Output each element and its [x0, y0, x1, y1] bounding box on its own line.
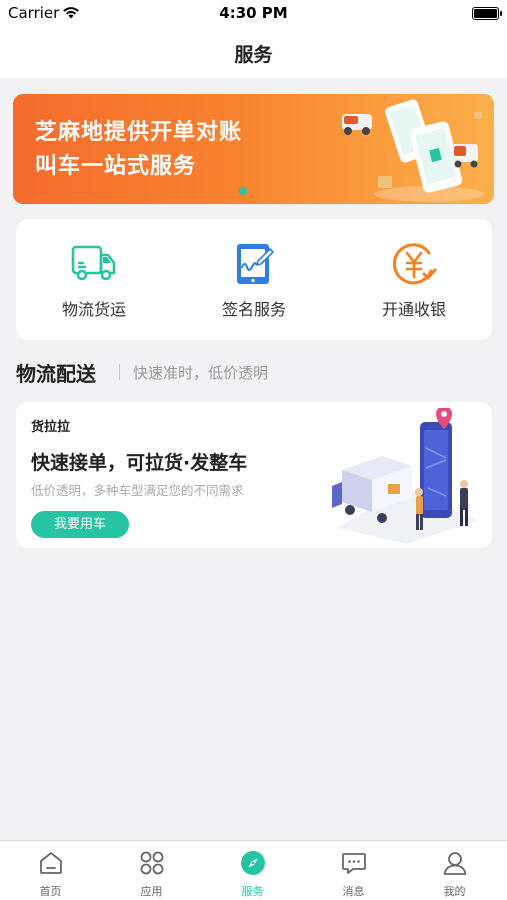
- section-divider: [119, 364, 120, 380]
- banner-illustration: [342, 99, 484, 202]
- banner-page-indicator: [239, 187, 247, 195]
- service-label: 物流货运: [61, 300, 126, 319]
- page-title: 服务: [234, 44, 273, 66]
- request-vehicle-button[interactable]: 我要用车: [31, 511, 129, 538]
- tab-label: 消息: [342, 885, 365, 898]
- compass-icon: [241, 851, 265, 875]
- tab-label: 服务: [241, 885, 264, 898]
- home-icon: [40, 852, 62, 874]
- delivery-headline: 快速接单，可拉货·发整车: [31, 452, 248, 474]
- banner-line-1: 芝麻地提供开单对账: [35, 120, 243, 145]
- delivery-illustration: [332, 408, 477, 544]
- battery-icon: [472, 7, 502, 20]
- yuan-coin-icon: [392, 243, 437, 285]
- service-logistics[interactable]: 物流货运: [19, 219, 169, 340]
- service-label: 签名服务: [221, 300, 286, 319]
- message-icon: [342, 853, 366, 874]
- tab-label: 首页: [39, 885, 62, 898]
- navigation-bar: 服务: [0, 28, 507, 78]
- section-subtitle: 快速准时，低价透明: [133, 364, 269, 382]
- tab-label: 应用: [140, 885, 163, 898]
- section-title: 物流配送: [16, 362, 96, 386]
- tab-apps[interactable]: 应用: [101, 841, 202, 900]
- service-cashier[interactable]: 开通收银: [339, 219, 489, 340]
- delivery-brand: 货拉拉: [31, 420, 71, 435]
- tab-services[interactable]: 服务: [202, 841, 303, 900]
- status-bar: Carrier 4:30 PM: [0, 0, 507, 28]
- tab-home[interactable]: 首页: [0, 841, 101, 900]
- service-signature[interactable]: 签名服务: [179, 219, 329, 340]
- promo-banner[interactable]: 芝麻地提供开单对账 叫车一站式服务: [13, 94, 494, 204]
- signature-tablet-icon: [237, 244, 274, 284]
- apps-icon: [140, 851, 164, 875]
- tab-profile[interactable]: 我的: [404, 841, 505, 900]
- service-label: 开通收银: [381, 300, 446, 319]
- services-card: 物流货运 签名服务 开通收银: [16, 219, 492, 340]
- banner-text: 芝麻地提供开单对账 叫车一站式服务: [35, 116, 242, 184]
- tab-messages[interactable]: 消息: [303, 841, 404, 900]
- delivery-description: 低价透明，多种车型满足您的不同需求: [31, 483, 244, 498]
- delivery-card[interactable]: 货拉拉 快速接单，可拉货·发整车 低价透明，多种车型满足您的不同需求 我要用车: [16, 402, 492, 548]
- status-time: 4:30 PM: [219, 4, 288, 22]
- profile-icon: [443, 852, 467, 875]
- tab-label: 我的: [443, 885, 466, 898]
- banner-line-2: 叫车一站式服务: [35, 154, 197, 179]
- tab-bar: 首页 应用 服务 消息 我的: [0, 840, 507, 900]
- truck-icon: [71, 245, 116, 281]
